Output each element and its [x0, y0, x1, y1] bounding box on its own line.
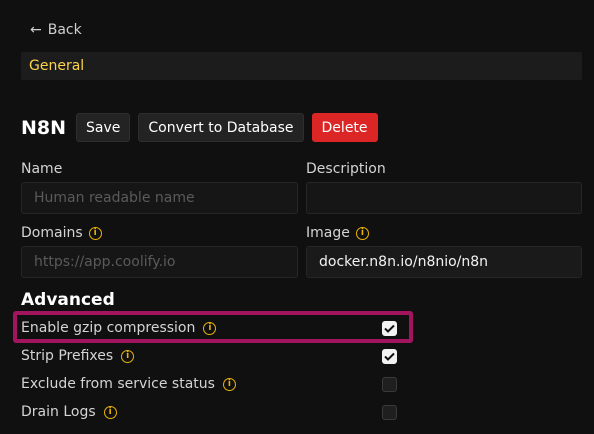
- info-icon[interactable]: i: [203, 321, 217, 335]
- image-input[interactable]: docker.n8n.io/n8nio/n8n: [306, 246, 582, 278]
- advanced-title: Advanced: [21, 290, 115, 310]
- domains-placeholder: https://app.coolify.io: [34, 254, 176, 270]
- description-input[interactable]: [306, 182, 582, 214]
- domains-label: Domains i: [21, 225, 102, 241]
- back-label: Back: [47, 22, 82, 38]
- convert-to-database-button[interactable]: Convert to Database: [138, 113, 304, 142]
- name-placeholder: Human readable name: [34, 190, 195, 206]
- option-gzip-label: Enable gzip compression i: [21, 320, 217, 336]
- option-drain-logs-label: Drain Logs i: [21, 404, 117, 420]
- option-strip-prefixes-row: Strip Prefixes i: [21, 346, 397, 366]
- image-value: docker.n8n.io/n8nio/n8n: [319, 254, 489, 270]
- option-gzip-row: Enable gzip compression i: [21, 318, 397, 338]
- name-input[interactable]: Human readable name: [21, 182, 298, 214]
- info-icon[interactable]: i: [355, 226, 369, 240]
- checkmark-icon: [384, 324, 395, 333]
- checkmark-icon: [384, 352, 395, 361]
- option-drain-logs-row: Drain Logs i: [21, 402, 397, 422]
- image-label-text: Image: [306, 225, 350, 241]
- option-exclude-status-label: Exclude from service status i: [21, 376, 236, 392]
- strip-prefixes-checkbox[interactable]: [382, 348, 397, 364]
- option-label-text: Exclude from service status: [21, 376, 215, 392]
- option-exclude-status-row: Exclude from service status i: [21, 374, 397, 394]
- info-icon[interactable]: i: [103, 405, 117, 419]
- option-label-text: Drain Logs: [21, 404, 96, 420]
- exclude-status-checkbox[interactable]: [382, 376, 397, 392]
- option-label-text: Enable gzip compression: [21, 320, 196, 336]
- tab-bar: General: [21, 52, 582, 80]
- description-label-text: Description: [306, 161, 386, 177]
- service-settings-page: ← Back General N8N Save Convert to Datab…: [0, 0, 594, 434]
- page-title: N8N: [21, 116, 67, 139]
- option-label-text: Strip Prefixes: [21, 348, 114, 364]
- save-button[interactable]: Save: [76, 113, 131, 142]
- name-label: Name: [21, 161, 62, 177]
- option-strip-prefixes-label: Strip Prefixes i: [21, 348, 135, 364]
- info-icon[interactable]: i: [222, 377, 236, 391]
- domains-label-text: Domains: [21, 225, 83, 241]
- name-label-text: Name: [21, 161, 63, 177]
- info-icon[interactable]: i: [88, 226, 102, 240]
- info-icon[interactable]: i: [121, 349, 135, 363]
- delete-button[interactable]: Delete: [311, 113, 378, 142]
- header-row: N8N Save Convert to Database Delete: [21, 113, 378, 142]
- arrow-left-icon: ←: [30, 22, 42, 38]
- description-label: Description: [306, 161, 386, 177]
- back-link[interactable]: ← Back: [30, 22, 82, 38]
- domains-input[interactable]: https://app.coolify.io: [21, 246, 298, 278]
- tab-general[interactable]: General: [29, 58, 84, 74]
- gzip-checkbox[interactable]: [382, 320, 397, 336]
- image-label: Image i: [306, 225, 369, 241]
- drain-logs-checkbox[interactable]: [382, 404, 397, 420]
